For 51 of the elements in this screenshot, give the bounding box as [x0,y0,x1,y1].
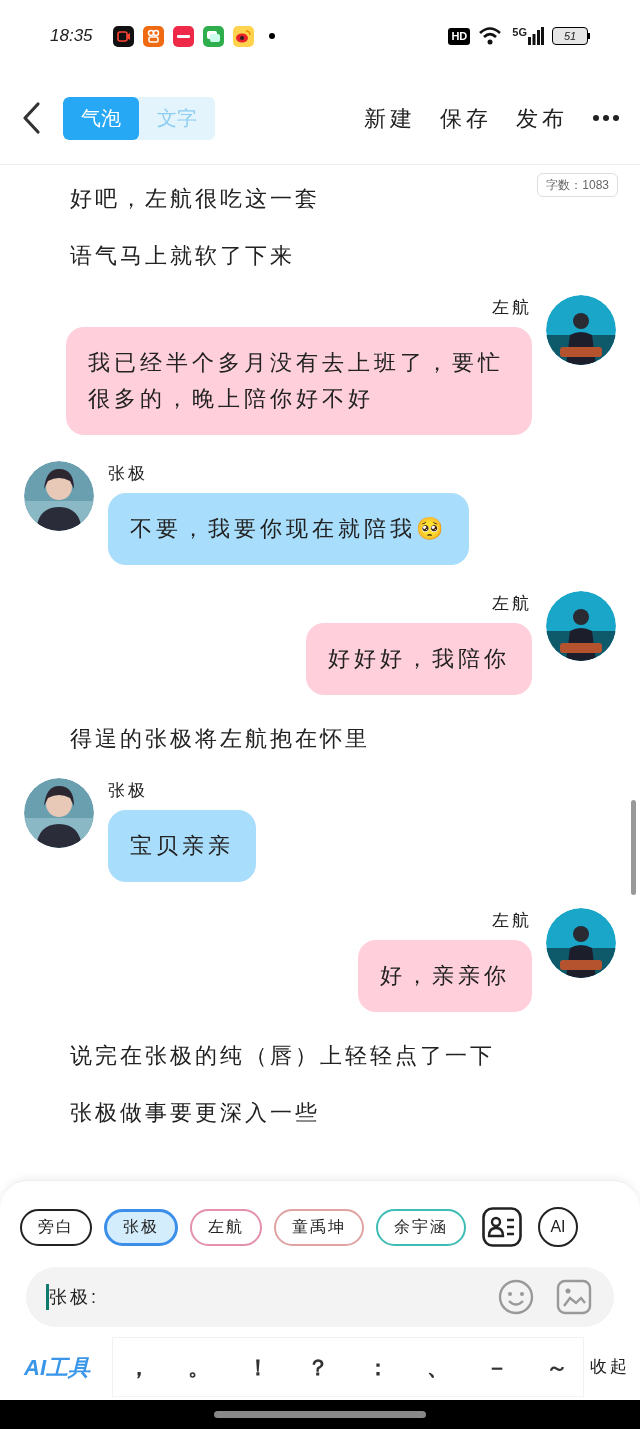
speaker-name: 张极 [108,780,148,802]
message-bubble: 不要，我要你现在就陪我🥺 [108,493,469,565]
character-chip[interactable]: 童禹坤 [274,1208,364,1246]
input-field[interactable]: 张极: [26,1267,614,1327]
character-chip[interactable]: 左航 [190,1208,262,1246]
punctuation-key[interactable]: 、 [421,1350,454,1384]
character-chip[interactable]: 张极 [104,1208,178,1246]
app-icon [142,25,164,47]
header-action[interactable]: 发布 [516,101,568,135]
header-action[interactable]: 新建 [364,101,416,135]
message-bubble: 好好好，我陪你 [306,623,532,695]
image-icon[interactable] [556,1279,592,1315]
app-icon [172,25,194,47]
punctuation-key[interactable]: ！ [242,1350,275,1384]
chat-icon [202,25,224,47]
battery: 51 [552,27,590,45]
speaker-name: 左航 [492,910,532,932]
message-bubble: 我已经半个多月没有去上班了，要忙很多的，晚上陪你好不好 [66,327,532,435]
header-action[interactable]: 保存 [440,101,492,135]
hd-badge: HD [448,27,471,45]
message-bubble: 宝贝亲亲 [108,810,256,882]
ai-button[interactable]: AI [538,1207,578,1247]
video-camera-icon [112,25,134,47]
status-time: 18:35 [50,25,93,48]
emoji-icon[interactable] [498,1279,534,1315]
punctuation-key[interactable]: ？ [302,1350,335,1384]
narration-text: 张极做事要更深入一些 [70,1099,320,1127]
character-chip[interactable]: 余宇涵 [376,1208,466,1246]
contact-list-icon[interactable] [482,1207,522,1247]
signal-icon [528,27,544,45]
eye-logo-icon [232,25,254,47]
more-icon[interactable] [592,114,620,122]
collapse-button[interactable]: 收起 [590,1354,630,1380]
narration-text: 说完在张极的纯（唇）上轻轻点了一下 [70,1042,495,1070]
speaker-name: 左航 [492,593,532,615]
character-chip[interactable]: 旁白 [20,1208,92,1246]
network-type: 5G [512,27,527,38]
text-cursor-icon [46,1284,49,1310]
punctuation-key[interactable]: 。 [182,1350,215,1384]
message-bubble: 好，亲亲你 [358,940,532,1012]
punctuation-key[interactable]: － [481,1350,514,1384]
punctuation-key[interactable]: ： [361,1350,394,1384]
input-value: 张极: [49,1285,99,1309]
word-count-badge: 字数：1083 [537,173,618,197]
speaker-name: 张极 [108,463,148,485]
narration-text: 得逞的张极将左航抱在怀里 [70,725,370,753]
narration-text: 语气马上就软了下来 [70,242,295,270]
punctuation-key[interactable]: ～ [540,1350,573,1384]
narration-text: 好吧，左航很吃这一套 [70,185,320,213]
speaker-name: 左航 [492,297,532,319]
punctuation-key[interactable]: ， [123,1350,155,1384]
